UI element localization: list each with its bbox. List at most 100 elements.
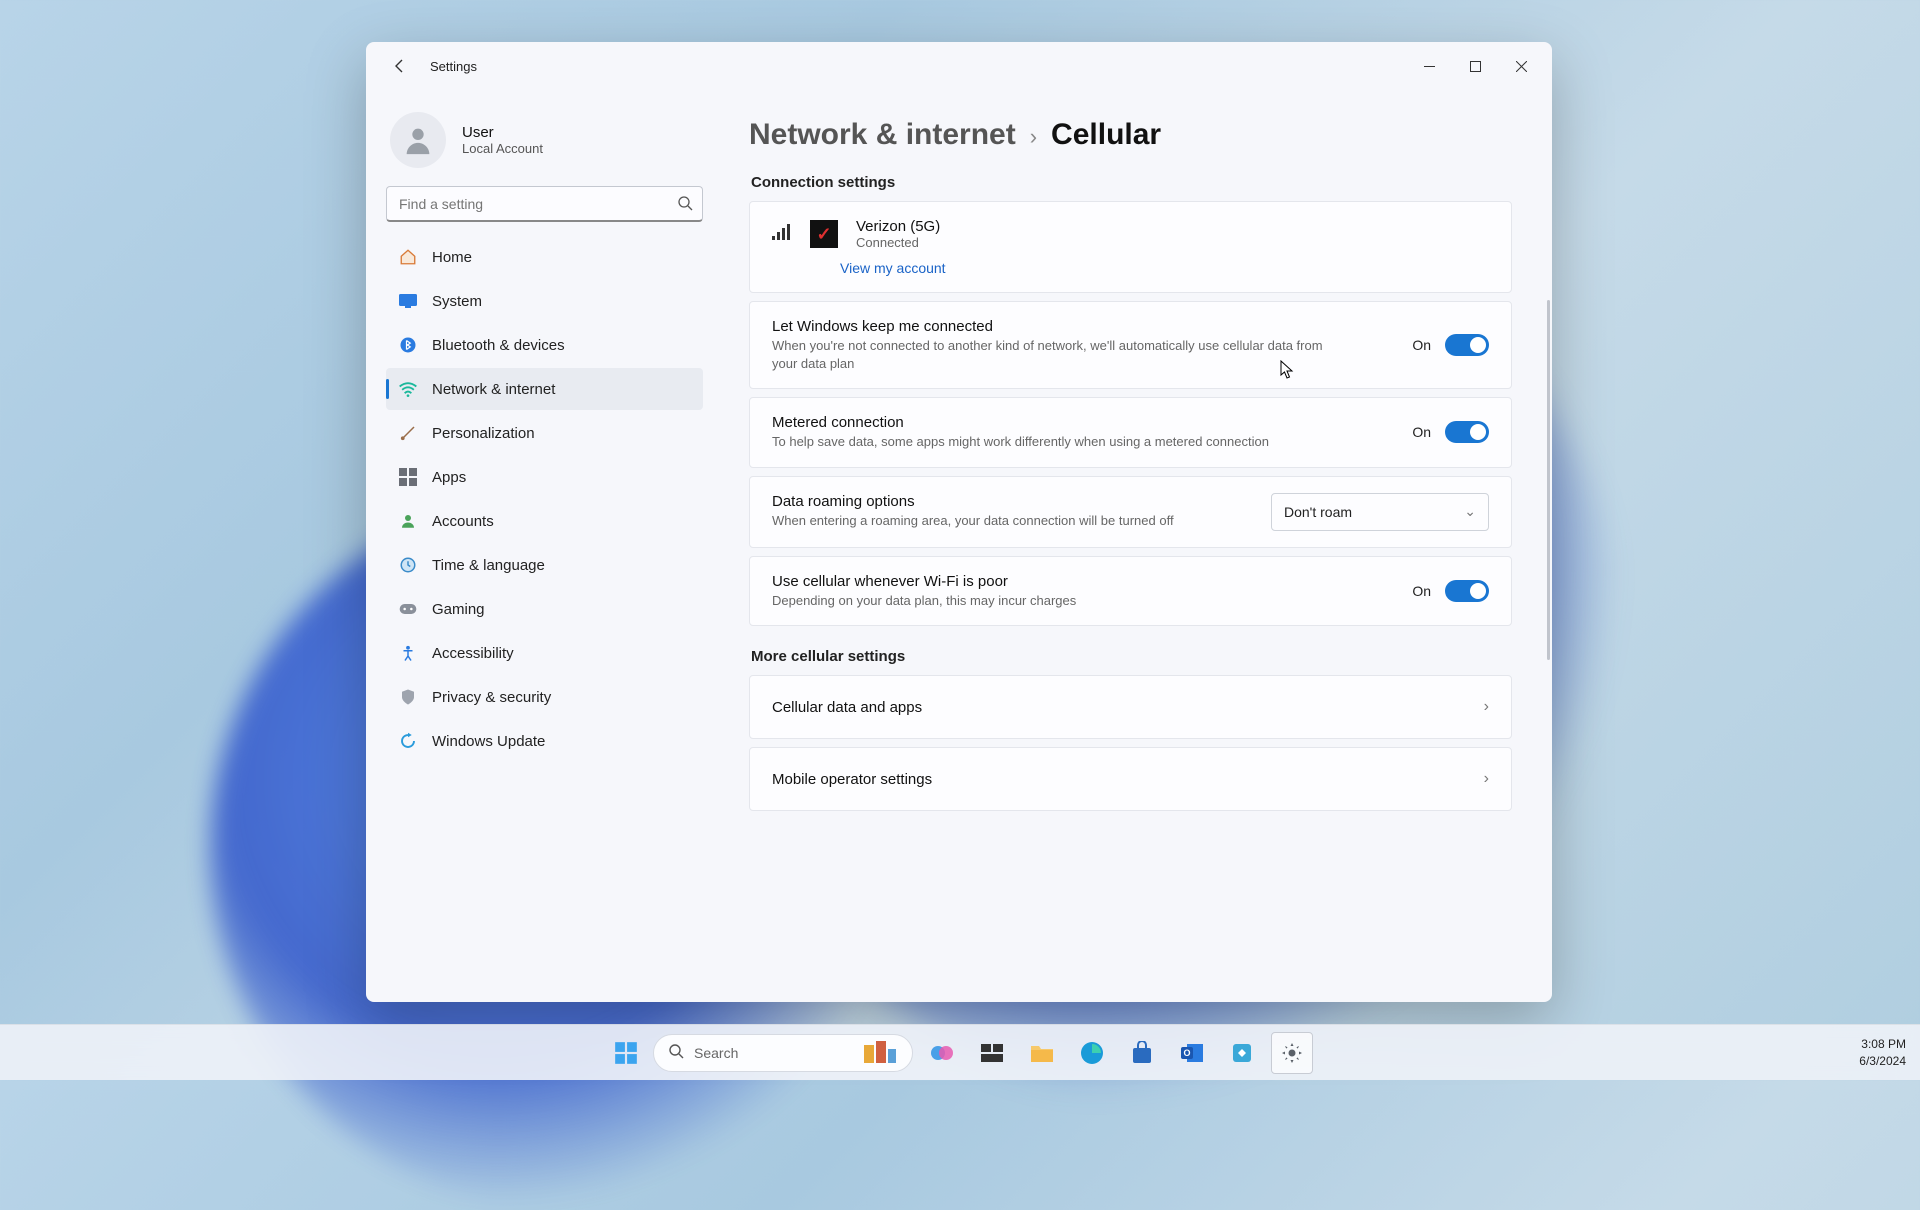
setting-poor-wifi: Use cellular whenever Wi-Fi is poor Depe…	[749, 556, 1512, 627]
sidebar-item-system[interactable]: System	[386, 280, 703, 322]
more-item-operator[interactable]: Mobile operator settings ›	[749, 747, 1512, 811]
setting-desc: To help save data, some apps might work …	[772, 433, 1332, 451]
chevron-right-icon: ›	[1484, 698, 1489, 716]
minimize-button[interactable]	[1406, 46, 1452, 86]
titlebar: Settings	[366, 42, 1552, 90]
roaming-dropdown[interactable]: Don't roam ⌄	[1271, 493, 1489, 531]
more-item-label: Cellular data and apps	[772, 699, 922, 716]
sidebar-nav: Home System Bluetooth & devices Network …	[386, 236, 703, 762]
carrier-logo: ✓	[810, 220, 838, 248]
connection-card[interactable]: ✓ Verizon (5G) Connected View my account	[749, 201, 1512, 293]
chevron-right-icon: ›	[1030, 124, 1037, 150]
sidebar: User Local Account Home System	[366, 90, 723, 1002]
sidebar-item-privacy[interactable]: Privacy & security	[386, 676, 703, 718]
user-name: User	[462, 124, 543, 141]
taskbar-store-icon[interactable]	[1121, 1032, 1163, 1074]
window-title: Settings	[430, 59, 477, 74]
taskbar-taskview-icon[interactable]	[971, 1032, 1013, 1074]
taskbar-edge-icon[interactable]	[1071, 1032, 1113, 1074]
search-icon	[668, 1043, 684, 1062]
shield-icon	[398, 687, 418, 707]
search-field-wrap	[386, 186, 703, 222]
toggle-state-label: On	[1412, 337, 1431, 353]
sidebar-item-label: Home	[432, 249, 472, 266]
toggle-state-label: On	[1412, 424, 1431, 440]
update-icon	[398, 731, 418, 751]
dropdown-value: Don't roam	[1284, 504, 1352, 520]
chevron-right-icon: ›	[1484, 770, 1489, 788]
chevron-down-icon: ⌄	[1464, 503, 1476, 520]
more-item-data-apps[interactable]: Cellular data and apps ›	[749, 675, 1512, 739]
avatar	[390, 112, 446, 168]
accounts-icon	[398, 511, 418, 531]
sidebar-item-label: Accessibility	[432, 645, 514, 662]
back-button[interactable]	[382, 48, 418, 84]
sidebar-item-label: Apps	[432, 469, 466, 486]
sidebar-item-apps[interactable]: Apps	[386, 456, 703, 498]
sidebar-item-personalization[interactable]: Personalization	[386, 412, 703, 454]
brush-icon	[398, 423, 418, 443]
taskbar-explorer-icon[interactable]	[1021, 1032, 1063, 1074]
setting-roaming: Data roaming options When entering a roa…	[749, 476, 1512, 548]
system-icon	[398, 291, 418, 311]
toggle-keep-connected[interactable]	[1445, 334, 1489, 356]
sidebar-item-label: Personalization	[432, 425, 535, 442]
toggle-poor-wifi[interactable]	[1445, 580, 1489, 602]
sidebar-item-label: Windows Update	[432, 733, 545, 750]
taskbar-search[interactable]: Search	[653, 1034, 913, 1072]
setting-title: Use cellular whenever Wi-Fi is poor	[772, 573, 1392, 590]
signal-icon	[772, 224, 792, 245]
sidebar-item-network[interactable]: Network & internet	[386, 368, 703, 410]
window-controls	[1406, 46, 1544, 86]
setting-desc: When you're not connected to another kin…	[772, 337, 1332, 372]
taskbar-settings-icon[interactable]	[1271, 1032, 1313, 1074]
more-item-label: Mobile operator settings	[772, 771, 932, 788]
home-icon	[398, 247, 418, 267]
sidebar-item-update[interactable]: Windows Update	[386, 720, 703, 762]
sidebar-item-bluetooth[interactable]: Bluetooth & devices	[386, 324, 703, 366]
sidebar-item-label: System	[432, 293, 482, 310]
setting-metered: Metered connection To help save data, so…	[749, 397, 1512, 468]
gamepad-icon	[398, 599, 418, 619]
settings-window: Settings User Local Account	[366, 42, 1552, 1002]
sidebar-item-accounts[interactable]: Accounts	[386, 500, 703, 542]
user-profile[interactable]: User Local Account	[390, 112, 703, 168]
content-pane: Network & internet › Cellular Connection…	[723, 90, 1552, 1002]
svg-text:O: O	[1183, 1048, 1190, 1058]
toggle-state-label: On	[1412, 583, 1431, 599]
sidebar-item-home[interactable]: Home	[386, 236, 703, 278]
search-input[interactable]	[386, 186, 703, 222]
setting-title: Data roaming options	[772, 493, 1251, 510]
sidebar-item-gaming[interactable]: Gaming	[386, 588, 703, 630]
breadcrumb-parent[interactable]: Network & internet	[749, 118, 1016, 152]
wifi-icon	[398, 379, 418, 399]
sidebar-item-accessibility[interactable]: Accessibility	[386, 632, 703, 674]
system-tray[interactable]: 3:08 PM 6/3/2024	[1859, 1036, 1906, 1068]
view-account-link[interactable]: View my account	[840, 260, 1489, 276]
bluetooth-icon	[398, 335, 418, 355]
taskbar-copilot-icon[interactable]	[921, 1032, 963, 1074]
toggle-metered[interactable]	[1445, 421, 1489, 443]
sidebar-item-label: Time & language	[432, 557, 545, 574]
taskbar-outlook-icon[interactable]: O	[1171, 1032, 1213, 1074]
taskbar-app-icon[interactable]	[1221, 1032, 1263, 1074]
close-button[interactable]	[1498, 46, 1544, 86]
setting-desc: When entering a roaming area, your data …	[772, 512, 1251, 530]
tray-date: 6/3/2024	[1859, 1053, 1906, 1069]
sidebar-item-time[interactable]: Time & language	[386, 544, 703, 586]
carrier-name: Verizon (5G)	[856, 218, 940, 235]
start-button[interactable]	[607, 1034, 645, 1072]
cursor-icon	[1280, 360, 1294, 380]
sidebar-item-label: Privacy & security	[432, 689, 551, 706]
breadcrumb-current: Cellular	[1051, 118, 1161, 152]
scrollbar[interactable]	[1547, 300, 1550, 660]
taskbar: Search O 3:08 PM 6/3/2024	[0, 1024, 1920, 1080]
clock-icon	[398, 555, 418, 575]
sidebar-item-label: Accounts	[432, 513, 494, 530]
profile-text: User Local Account	[462, 124, 543, 156]
setting-title: Metered connection	[772, 414, 1392, 431]
tray-time: 3:08 PM	[1861, 1036, 1906, 1052]
apps-icon	[398, 467, 418, 487]
accessibility-icon	[398, 643, 418, 663]
maximize-button[interactable]	[1452, 46, 1498, 86]
